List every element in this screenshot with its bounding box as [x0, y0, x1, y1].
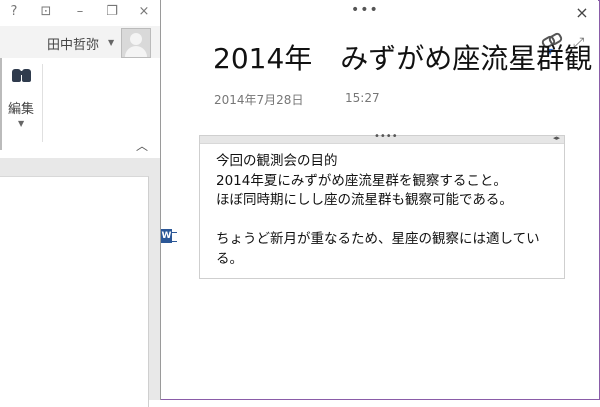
linked-note-pane: ••• × ▼ ⤢ 2014年 みずがめ座流星群観 2014年7月28日 15:…: [161, 0, 598, 398]
document-canvas[interactable]: [0, 158, 160, 407]
word-icon-lines: [171, 232, 177, 242]
note-line[interactable]: 今回の観測会の目的: [216, 152, 540, 172]
document-page[interactable]: [0, 176, 149, 407]
user-name[interactable]: 田中哲弥: [47, 34, 99, 53]
collapse-ribbon-button[interactable]: ︿: [136, 137, 148, 154]
binoculars-icon-right: [22, 69, 31, 82]
page-time: 15:27: [345, 91, 380, 105]
find-button[interactable]: [8, 64, 34, 90]
container-drag-handle[interactable]: ••••: [374, 131, 398, 142]
avatar-body-shape: [125, 46, 147, 57]
note-line[interactable]: 2014年夏にみずがめ座流星群を観察すること。: [216, 172, 540, 192]
ribbon-divider: [0, 58, 2, 150]
pane-drag-handle[interactable]: •••: [351, 2, 379, 18]
container-resize-handle[interactable]: ◂▸: [553, 134, 560, 142]
page-date: 2014年7月28日: [214, 93, 304, 107]
avatar[interactable]: [121, 28, 151, 58]
note-container[interactable]: •••• ◂▸ 今回の観測会の目的 2014年夏にみずがめ座流星群を観察すること…: [199, 131, 565, 279]
note-text[interactable]: 今回の観測会の目的 2014年夏にみずがめ座流星群を観察すること。 ほぼ同時期に…: [216, 152, 540, 269]
word-titlebar: ? ⊡ – ❐ ×: [0, 0, 160, 26]
word-document-icon[interactable]: W: [161, 229, 177, 243]
note-line[interactable]: る。: [216, 250, 540, 270]
ribbon: 編集 ▼ ︿: [0, 58, 160, 159]
edit-group-label[interactable]: 編集: [8, 98, 34, 117]
avatar-head-shape: [130, 33, 142, 45]
chevron-down-icon[interactable]: ▼: [108, 38, 114, 47]
help-button[interactable]: ?: [6, 4, 22, 19]
word-window: ? ⊡ – ❐ × 田中哲弥 ▼ 編集 ▼ ︿: [0, 0, 160, 407]
ribbon-group-separator: [42, 64, 43, 142]
note-line[interactable]: ちょうど新月が重なるため、星座の観察には適してい: [216, 230, 540, 250]
word-close-button[interactable]: ×: [136, 4, 152, 19]
edit-dropdown-icon[interactable]: ▼: [18, 119, 24, 128]
restore-button[interactable]: ❐: [104, 4, 120, 19]
note-line[interactable]: ほぼ同時期にしし座の流星群も観察可能である。: [216, 191, 540, 211]
ribbon-display-options-button[interactable]: ⊡: [38, 4, 54, 19]
note-line[interactable]: [216, 211, 540, 231]
minimize-button[interactable]: –: [72, 4, 88, 19]
container-handle-bar[interactable]: •••• ◂▸: [200, 131, 564, 144]
note-close-button[interactable]: ×: [574, 3, 590, 22]
page-title[interactable]: 2014年 みずがめ座流星群観: [213, 41, 592, 77]
